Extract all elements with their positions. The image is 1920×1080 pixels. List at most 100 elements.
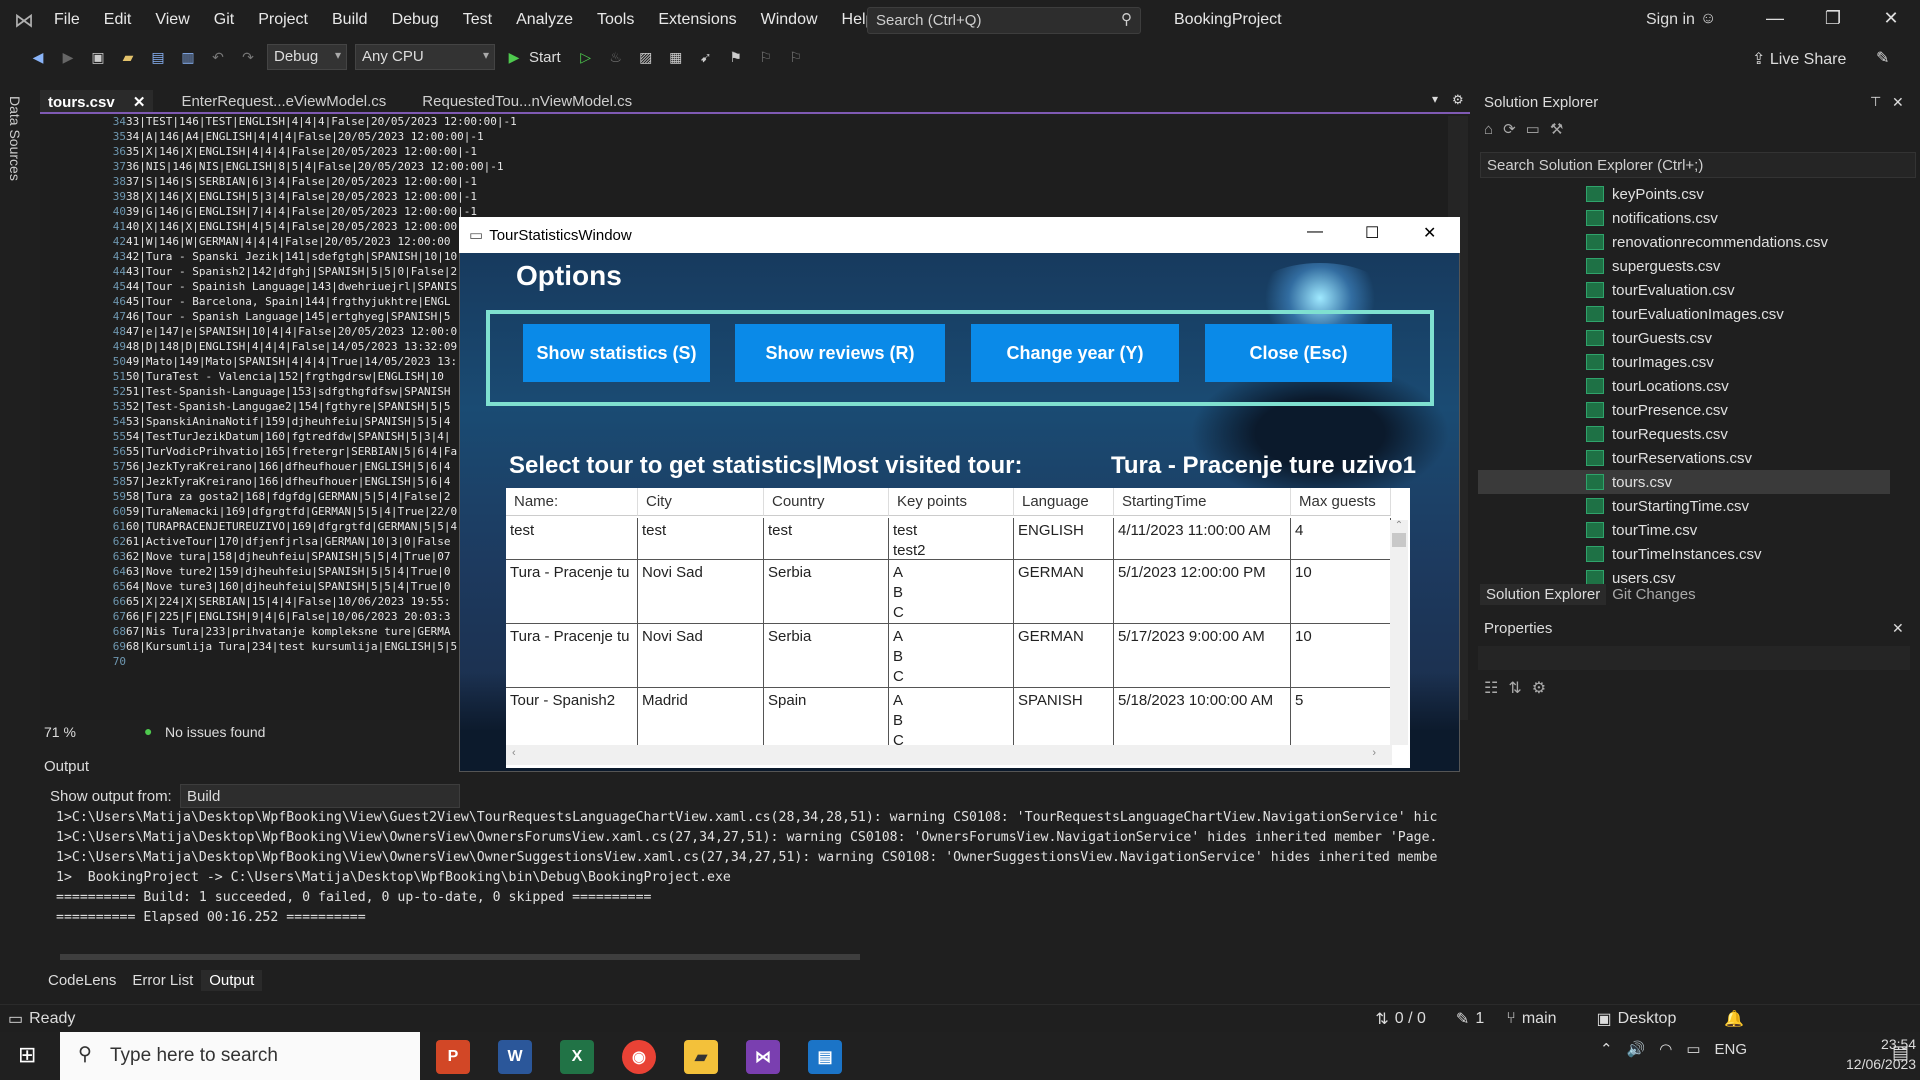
grid-cell-max[interactable]: 5 xyxy=(1291,688,1391,752)
grid-cell-kp[interactable]: test test2 xyxy=(889,518,1014,560)
grid-cell-name[interactable]: Tura - Pracenje tu xyxy=(506,560,638,624)
code-line[interactable]: 37|S|146|S|SERBIAN|6|3|4|False|20/05/202… xyxy=(126,174,546,189)
wrench-icon[interactable]: ⚒ xyxy=(1550,121,1573,138)
tab-tours-csv[interactable]: tours.csv ✕ xyxy=(40,90,154,112)
account-icon[interactable]: ☺ xyxy=(1700,10,1716,28)
word-icon[interactable]: W xyxy=(498,1040,532,1074)
vs-logo-icon[interactable]: ⋈ xyxy=(14,8,34,33)
status-target[interactable]: Desktop xyxy=(1618,1010,1677,1028)
new-project-icon[interactable]: ▣ xyxy=(86,47,110,67)
code-line[interactable]: 34|A|146|A4|ENGLISH|4|4|4|False|20/05/20… xyxy=(126,129,546,144)
platform-combo[interactable]: Any CPU xyxy=(355,44,495,70)
data-sources-tab[interactable]: Data Sources xyxy=(7,96,23,181)
bookmark-next-icon[interactable]: ⚐ xyxy=(784,47,808,67)
start-button[interactable]: Start xyxy=(529,49,561,66)
tab-settings-icon[interactable]: ⚙ xyxy=(1452,92,1464,108)
bookmark-icon[interactable]: ⚑ xyxy=(724,47,748,67)
sign-in-link[interactable]: Sign in xyxy=(1646,11,1695,29)
solution-file-item[interactable]: tourTime.csv xyxy=(1586,518,1906,542)
battery-icon[interactable]: ▭ xyxy=(1686,1040,1700,1058)
language-indicator[interactable]: ENG xyxy=(1715,1041,1748,1058)
panel-close-icon[interactable]: ✕ xyxy=(1892,94,1904,111)
close-button[interactable]: Close (Esc) xyxy=(1205,324,1392,382)
grid-cell-lang[interactable]: GERMAN xyxy=(1014,624,1114,688)
solution-file-item[interactable]: keyPoints.csv xyxy=(1586,182,1906,206)
tab-output[interactable]: Output xyxy=(201,970,263,991)
grid-scroll-left-icon[interactable]: ‹ xyxy=(512,747,516,759)
menu-project[interactable]: Project xyxy=(246,11,320,29)
grid-cell-country[interactable]: test xyxy=(764,518,889,560)
grid-cell-country[interactable]: Serbia xyxy=(764,560,889,624)
grid-cell-max[interactable]: 10 xyxy=(1291,624,1391,688)
solution-file-item[interactable]: tours.csv xyxy=(1478,470,1890,494)
back-icon[interactable]: ◀ xyxy=(26,47,50,67)
save-all-icon[interactable]: ▥ xyxy=(176,47,200,67)
volume-icon[interactable]: 🔊 xyxy=(1627,1040,1646,1058)
wifi-icon[interactable]: ◠ xyxy=(1659,1040,1672,1058)
solution-file-item[interactable]: tourStartingTime.csv xyxy=(1586,494,1906,518)
column-header[interactable]: Key points xyxy=(889,488,1014,516)
property-pages-icon[interactable]: ⚙ xyxy=(1532,680,1556,697)
show-statistics-button[interactable]: Show statistics (S) xyxy=(523,324,710,382)
column-header[interactable]: Language xyxy=(1014,488,1114,516)
excel-icon[interactable]: X xyxy=(560,1040,594,1074)
status-branch[interactable]: main xyxy=(1522,1010,1557,1028)
grid-cell-name[interactable]: Tura - Pracenje tu xyxy=(506,624,638,688)
code-line[interactable]: 33|TEST|146|TEST|ENGLISH|4|4|4|False|20/… xyxy=(126,116,546,129)
grid-cell-country[interactable]: Spain xyxy=(764,688,889,752)
windows-start-icon[interactable]: ⊞ xyxy=(18,1042,36,1068)
start-without-debug-icon[interactable]: ▷ xyxy=(574,47,598,67)
grid-cell-start[interactable]: 4/11/2023 11:00:00 AM xyxy=(1114,518,1291,560)
solution-file-item[interactable]: notifications.csv xyxy=(1586,206,1906,230)
issues-status[interactable]: No issues found xyxy=(165,724,265,740)
solution-file-item[interactable]: superguests.csv xyxy=(1586,254,1906,278)
pin-icon[interactable]: ⊤ xyxy=(1870,94,1881,110)
hot-reload-icon[interactable]: ♨ xyxy=(604,47,628,67)
tab-dropdown-icon[interactable]: ▾ xyxy=(1432,92,1438,106)
chevron-up-icon[interactable]: ⌃ xyxy=(1600,1040,1613,1058)
menu-git[interactable]: Git xyxy=(202,11,246,29)
dialog-minimize-icon[interactable]: — xyxy=(1307,223,1323,241)
grid-cell-city[interactable]: Madrid xyxy=(638,688,764,752)
code-line[interactable]: 38|X|146|X|ENGLISH|5|3|4|False|20/05/202… xyxy=(126,189,546,204)
tab-codelens[interactable]: CodeLens xyxy=(40,970,124,991)
solution-file-item[interactable]: renovationrecommendations.csv xyxy=(1586,230,1906,254)
grid-cell-lang[interactable]: ENGLISH xyxy=(1014,518,1114,560)
grid-cell-lang[interactable]: SPANISH xyxy=(1014,688,1114,752)
grid-cell-kp[interactable]: A B C xyxy=(889,560,1014,624)
solution-file-item[interactable]: tourEvaluation.csv xyxy=(1586,278,1906,302)
grid-cell-start[interactable]: 5/18/2023 10:00:00 AM xyxy=(1114,688,1291,752)
menu-edit[interactable]: Edit xyxy=(92,11,144,29)
home-icon[interactable]: ⌂ xyxy=(1484,121,1503,138)
dialog-close-icon[interactable]: ✕ xyxy=(1423,223,1436,243)
output-hscroll[interactable] xyxy=(60,954,860,960)
column-header[interactable]: Country xyxy=(764,488,889,516)
categorized-icon[interactable]: ☷ xyxy=(1484,680,1508,697)
grid-vscroll[interactable]: ⌃ xyxy=(1390,520,1408,745)
solution-file-item[interactable]: tourLocations.csv xyxy=(1586,374,1906,398)
solution-file-item[interactable]: tourReservations.csv xyxy=(1586,446,1906,470)
folder-icon[interactable]: ▨ xyxy=(634,47,658,67)
tab-git-changes[interactable]: Git Changes xyxy=(1606,584,1701,605)
taskbar-search[interactable]: ⚲ Type here to search xyxy=(60,1032,420,1080)
menu-test[interactable]: Test xyxy=(451,11,504,29)
tours-datagrid[interactable]: Name: City Country Key points Language Starti… xyxy=(506,488,1410,768)
minimize-icon[interactable]: — xyxy=(1760,8,1790,29)
menu-view[interactable]: View xyxy=(143,11,201,29)
search-box[interactable]: Search (Ctrl+Q) ⚲ xyxy=(867,7,1141,34)
grid-vscroll-up-icon[interactable]: ⌃ xyxy=(1390,520,1408,531)
grid-cell-start[interactable]: 5/1/2023 12:00:00 PM xyxy=(1114,560,1291,624)
grid-cell-city[interactable]: Novi Sad xyxy=(638,624,764,688)
feedback-icon[interactable]: ✎ xyxy=(1876,48,1889,68)
grid-cell-kp[interactable]: A B C xyxy=(889,688,1014,752)
bookmark-prev-icon[interactable]: ⚐ xyxy=(754,47,778,67)
grid-cell-start[interactable]: 5/17/2023 9:00:00 AM xyxy=(1114,624,1291,688)
menu-window[interactable]: Window xyxy=(749,11,830,29)
menu-extensions[interactable]: Extensions xyxy=(646,11,748,29)
grid-cell-max[interactable]: 4 xyxy=(1291,518,1391,560)
grid-scroll-right-icon[interactable]: › xyxy=(1372,747,1376,759)
status-changes[interactable]: 0 / 0 xyxy=(1395,1010,1426,1028)
tab-solution-explorer[interactable]: Solution Explorer xyxy=(1480,584,1607,605)
menu-debug[interactable]: Debug xyxy=(380,11,451,29)
solution-file-item[interactable]: tourTimeInstances.csv xyxy=(1586,542,1906,566)
